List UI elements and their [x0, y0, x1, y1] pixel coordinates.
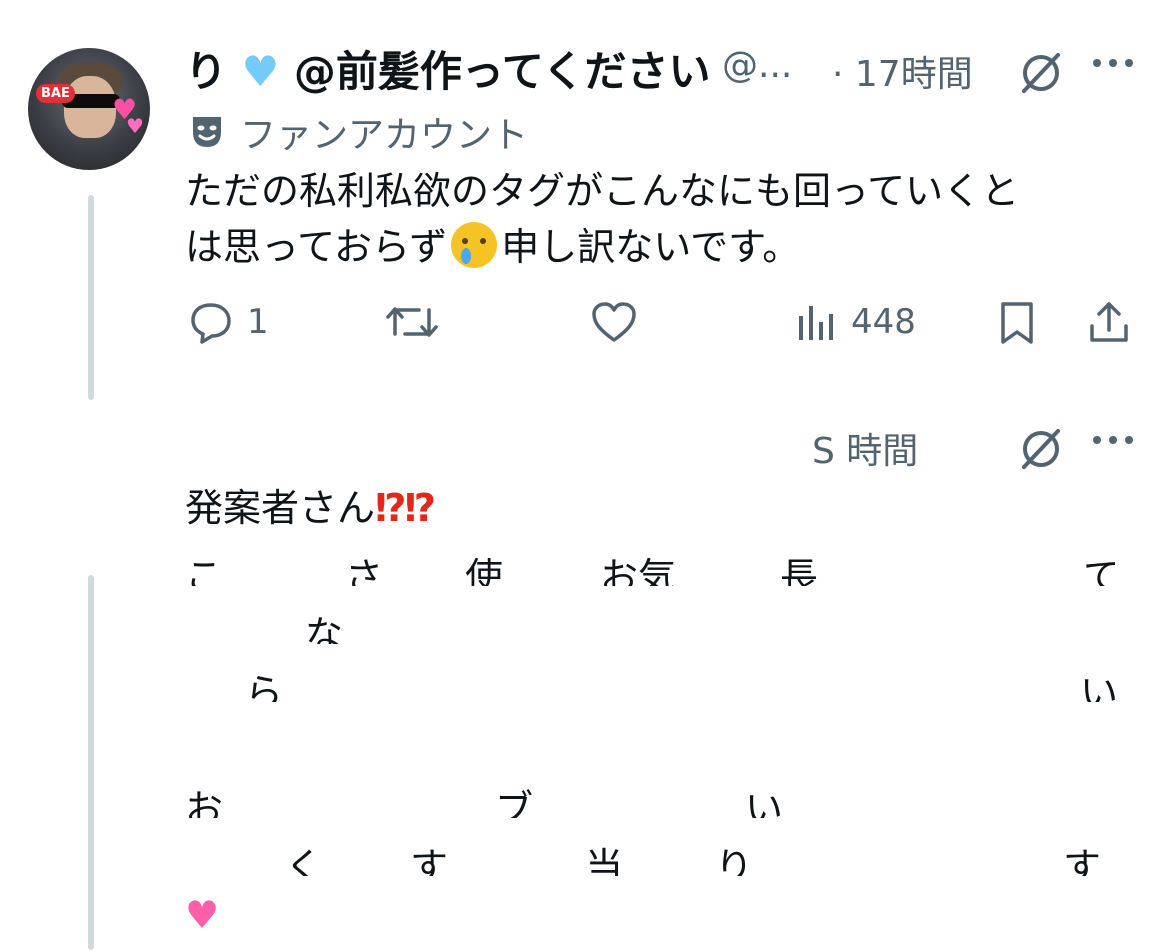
post-text-line1: ただの私利私欲のタグがこんなにも回っていくと [185, 169, 1020, 213]
post2-first-line-text: 発案者さん [185, 486, 376, 530]
bookmark-icon [1001, 302, 1033, 344]
fragment: て [1083, 555, 1115, 586]
fragment: 長 [780, 555, 819, 586]
fragment: す [1063, 845, 1102, 876]
fragment: 当 [585, 845, 624, 876]
display-name[interactable]: り ♥ @前髪作ってください [185, 38, 711, 99]
fragment: さ [345, 555, 384, 586]
redacted-line-1: こ さ 使 お気 長 て [185, 546, 1115, 586]
post-time-2[interactable]: S 時間 [812, 422, 918, 474]
grok-icon[interactable] [1018, 50, 1064, 100]
post-text-line2-b: 申し訳ないです。 [501, 225, 801, 269]
post-text-line2: は思っておらず 申し訳ないです。 [185, 219, 1125, 275]
avatar-bae-badge: BAE [36, 84, 75, 103]
interrobang-emoji: ⁉⁉ [375, 486, 436, 530]
display-name-suffix: @前髪作ってください [293, 47, 711, 96]
fan-account-badge: ファンアカウント [190, 106, 528, 158]
reply-count: 1 [247, 302, 269, 342]
share-icon [1090, 302, 1128, 342]
like-button[interactable] [590, 300, 638, 344]
post-time[interactable]: · 17時間 [832, 45, 973, 97]
fragment: い [745, 787, 784, 818]
fan-account-label: ファンアカウント [240, 115, 529, 156]
fragment: い [1080, 671, 1115, 702]
fragment: ブ [495, 787, 534, 818]
fragment: ら [245, 671, 284, 702]
fragment: く [285, 845, 324, 876]
fragment: こ [185, 555, 224, 586]
fragment: お気 [600, 555, 677, 586]
redacted-line-2: な [185, 604, 1115, 644]
share-button[interactable] [1087, 300, 1131, 346]
repost-icon [386, 307, 438, 337]
more-options-icon[interactable] [1090, 55, 1136, 75]
fragment: な [305, 613, 344, 644]
bookmark-button[interactable] [997, 300, 1037, 346]
pink-heart-emoji: ♥ [185, 893, 220, 937]
action-bar: 1 448 [185, 300, 1135, 350]
redacted-line-3: ら い [185, 662, 1115, 702]
more-options-icon-2[interactable] [1090, 432, 1136, 452]
theater-mask-icon [193, 117, 221, 147]
repost-button[interactable] [385, 300, 439, 344]
user-handle[interactable]: @... [722, 45, 792, 86]
holding-back-tears-emoji [451, 222, 498, 268]
views-count: 448 [851, 302, 916, 342]
avatar[interactable]: BAE ♥ ♥ [28, 48, 150, 170]
grok-icon-2[interactable] [1018, 426, 1064, 476]
redacted-line-5: お ブ い [185, 778, 1115, 818]
redacted-line-6: く す 当 り す [185, 836, 1115, 876]
fragment: 使 [465, 555, 504, 586]
analytics-icon [799, 306, 833, 340]
views-button[interactable]: 448 [797, 300, 916, 344]
blue-heart-icon: ♥ [241, 47, 280, 96]
heart-icon [592, 302, 636, 342]
post-text-line2-a: は思っておらず [185, 225, 448, 269]
display-name-text: り [185, 47, 228, 96]
thread-line-lower [88, 575, 94, 950]
reply-button[interactable]: 1 [189, 300, 269, 344]
fragment: お [185, 787, 224, 818]
post2-first-line: 発案者さん⁉⁉ [185, 480, 436, 536]
avatar-heart-sticker-small: ♥ [126, 114, 144, 138]
fragment: り [715, 845, 754, 876]
reply-icon [191, 303, 231, 344]
thread-line [88, 195, 94, 400]
fragment: す [410, 845, 449, 876]
post-text: ただの私利私欲のタグがこんなにも回っていくと は思っておらず 申し訳ないです。 [185, 163, 1125, 275]
